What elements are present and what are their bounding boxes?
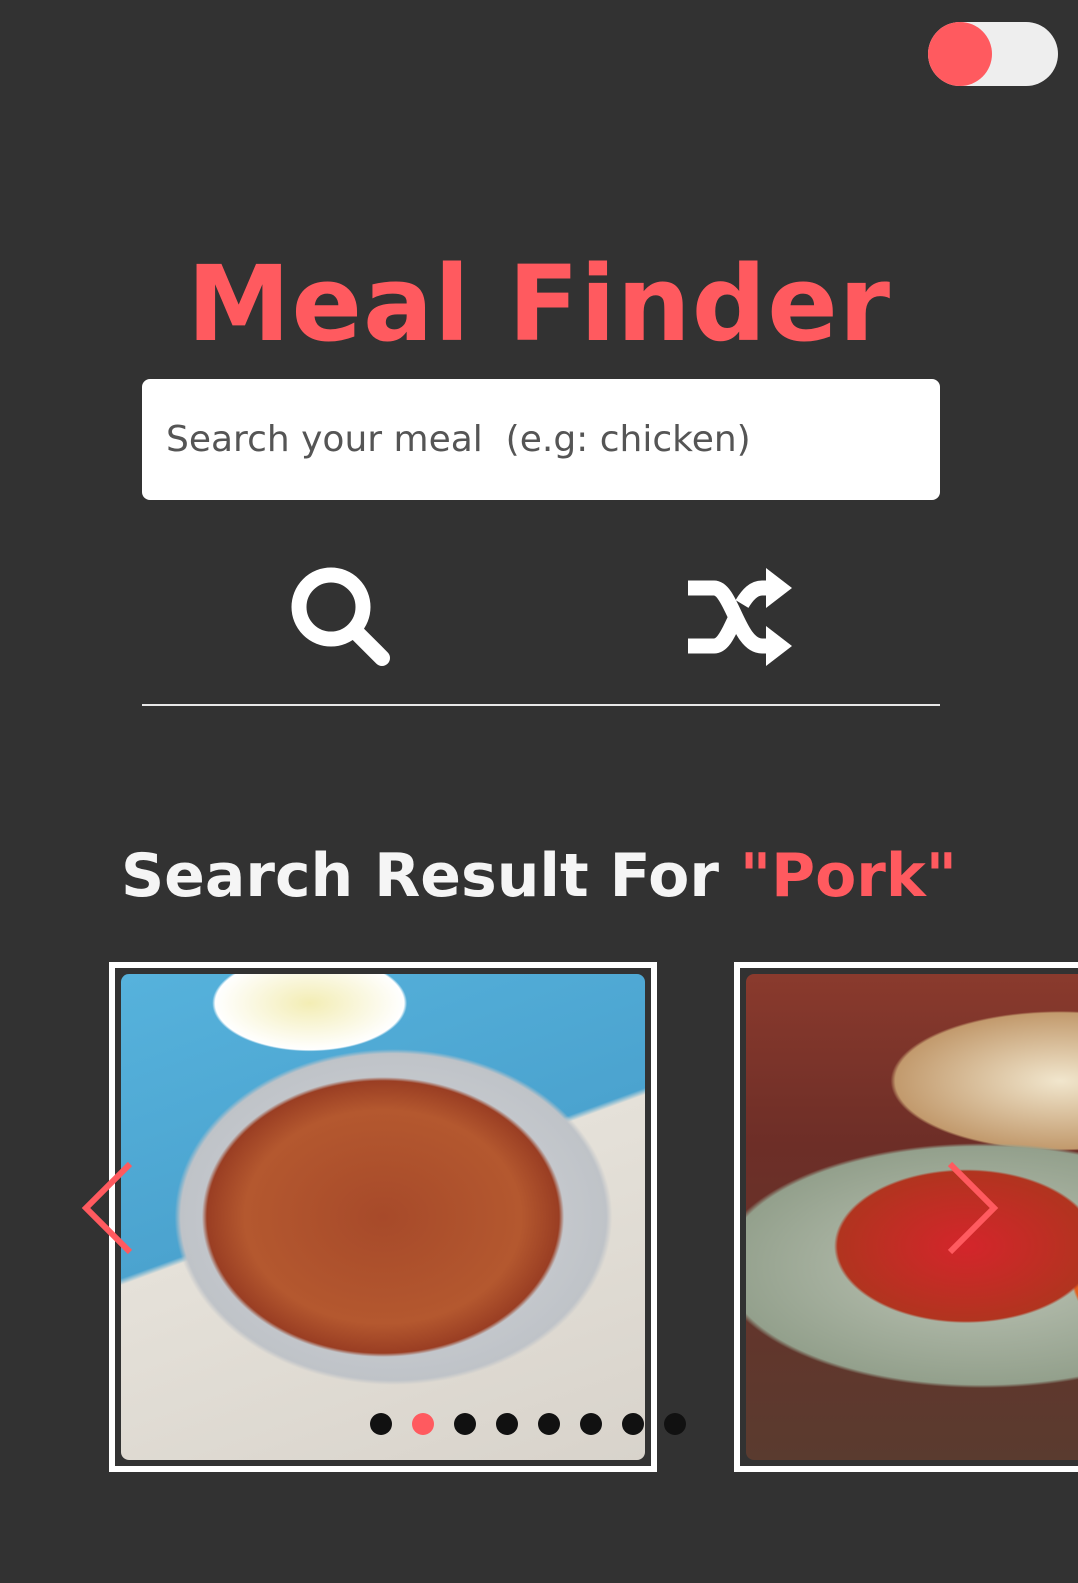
toggle-knob [928,22,992,86]
search-input[interactable] [142,379,940,500]
search-box [142,379,940,500]
chevron-right-icon [947,1161,999,1255]
carousel-dot[interactable] [580,1413,602,1435]
carousel-dot[interactable] [496,1413,518,1435]
meal-card[interactable] [109,962,657,1472]
shuffle-icon [688,568,792,666]
carousel-prev-button[interactable] [78,1158,136,1258]
search-result-heading: Search Result For "Pork" [0,840,1078,912]
search-button[interactable] [286,562,396,672]
carousel-dot[interactable] [370,1413,392,1435]
theme-toggle[interactable] [928,22,1058,86]
result-term: "Pork" [739,840,958,911]
meal-carousel [0,958,1078,1478]
carousel-next-button[interactable] [944,1158,1002,1258]
carousel-dot[interactable] [454,1413,476,1435]
carousel-dots [370,1413,710,1437]
carousel-dot[interactable] [622,1413,644,1435]
random-button[interactable] [684,568,794,678]
carousel-dot[interactable] [664,1413,686,1435]
divider [142,704,940,706]
page-title: Meal Finder [186,242,892,365]
meal-image [746,974,1078,1460]
chevron-left-icon [81,1161,133,1255]
meal-image [121,974,645,1460]
carousel-dot[interactable] [412,1413,434,1435]
meal-card[interactable] [734,962,1078,1472]
carousel-dot[interactable] [538,1413,560,1435]
search-icon [291,567,390,666]
result-prefix: Search Result For [120,840,719,911]
